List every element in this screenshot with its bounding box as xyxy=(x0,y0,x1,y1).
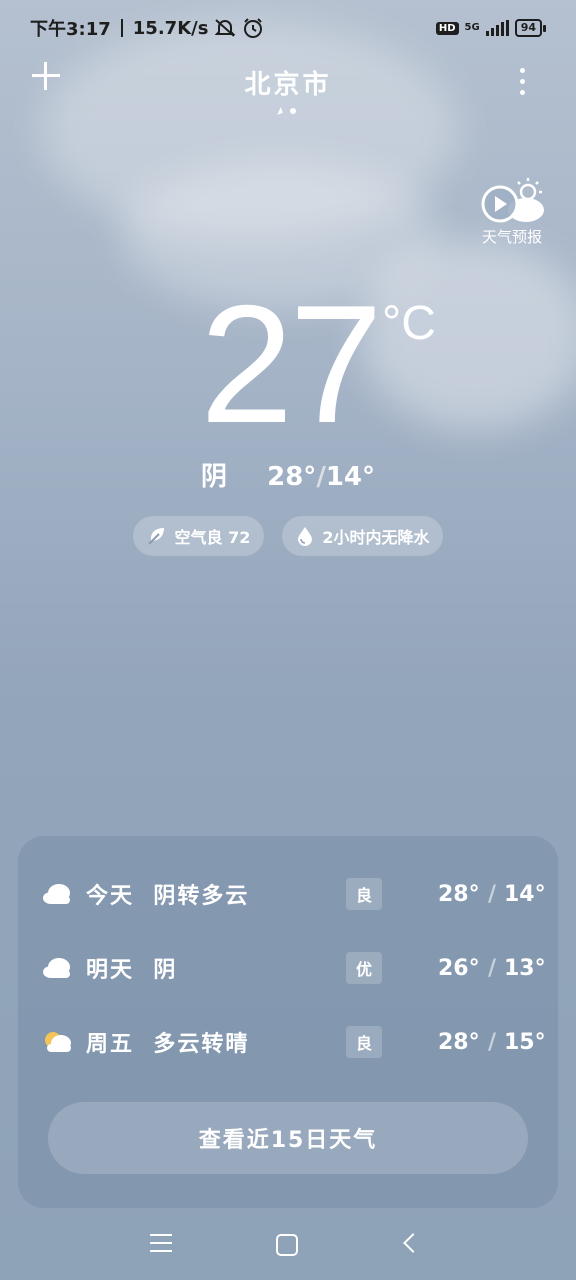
forecast-day: 周五 xyxy=(86,1032,135,1057)
bell-mute-icon xyxy=(215,19,236,37)
leaf-icon xyxy=(147,528,164,545)
home-icon[interactable] xyxy=(276,1234,298,1256)
cloud-icon xyxy=(43,884,70,904)
hd-badge: HD xyxy=(435,21,459,35)
air-quality-badge: 良 xyxy=(346,1026,382,1058)
location-arrow-icon xyxy=(275,107,283,115)
current-temperature: 27 xyxy=(200,270,383,458)
signal-icon xyxy=(485,20,509,36)
water-drop-icon xyxy=(298,527,313,546)
rain-forecast-pill[interactable]: 2小时内无降水 xyxy=(282,516,444,556)
current-condition: 阴 xyxy=(200,462,227,492)
forecast-condition: 多云转晴 xyxy=(153,1032,250,1057)
battery-icon: 94 xyxy=(514,19,546,37)
forecast-high: 26° xyxy=(438,955,480,981)
current-high: 28° xyxy=(267,462,317,492)
video-forecast-label: 天气预报 xyxy=(481,228,542,246)
city-title: 北京市 xyxy=(244,70,332,100)
status-divider xyxy=(120,19,123,37)
back-icon[interactable] xyxy=(403,1233,423,1253)
forecast-condition: 阴转多云 xyxy=(153,884,250,909)
temperature-unit: °C xyxy=(382,297,436,350)
network-type: 5G xyxy=(464,22,480,33)
forecast-card: 今天 阴转多云 良 28° / 14° 明天 阴 优 26° / 13° 周五 … xyxy=(18,836,558,1208)
forecast-condition: 阴 xyxy=(153,958,178,983)
forecast-low: 14° xyxy=(504,881,546,907)
partly-sunny-icon xyxy=(45,1032,71,1052)
battery-level: 94 xyxy=(514,19,542,37)
forecast-high: 28° xyxy=(438,881,480,907)
forecast-low: 15° xyxy=(504,1029,546,1055)
forecast-day: 明天 xyxy=(86,958,135,983)
air-quality-text: 空气良 72 xyxy=(174,528,251,547)
forecast-day: 今天 xyxy=(86,884,135,909)
alarm-icon xyxy=(244,18,263,38)
forecast-row[interactable]: 今天 阴转多云 良 28° / 14° xyxy=(42,874,546,914)
rain-forecast-text: 2小时内无降水 xyxy=(322,528,430,547)
status-time: 下午3:17 xyxy=(30,19,111,40)
current-condition-line: 阴 28°/14° xyxy=(200,462,375,492)
info-pills: 空气良 72 2小时内无降水 xyxy=(0,516,576,556)
current-low: 14° xyxy=(325,462,375,492)
more-menu-icon[interactable] xyxy=(518,68,526,95)
forecast-row[interactable]: 周五 多云转晴 良 28° / 15° xyxy=(42,1022,546,1062)
view-15-day-button[interactable]: 查看近15日天气 xyxy=(48,1102,528,1174)
video-forecast-icon xyxy=(481,178,544,223)
forecast-row[interactable]: 明天 阴 优 26° / 13° xyxy=(42,948,546,988)
video-forecast-button[interactable]: 天气预报 xyxy=(472,176,552,247)
cloud-icon xyxy=(43,958,70,978)
recents-icon[interactable] xyxy=(150,1234,172,1258)
air-quality-pill[interactable]: 空气良 72 xyxy=(132,516,265,556)
page-indicator xyxy=(275,107,296,115)
forecast-low: 13° xyxy=(504,955,546,981)
air-quality-badge: 优 xyxy=(346,952,382,984)
page-dot xyxy=(290,108,296,114)
forecast-high: 28° xyxy=(438,1029,480,1055)
status-bar: 下午3:17 15.7K/s HD 5G 94 xyxy=(30,14,546,42)
navigation-bar xyxy=(0,1226,576,1266)
status-net-speed: 15.7K/s xyxy=(132,17,209,39)
air-quality-badge: 良 xyxy=(346,878,382,910)
